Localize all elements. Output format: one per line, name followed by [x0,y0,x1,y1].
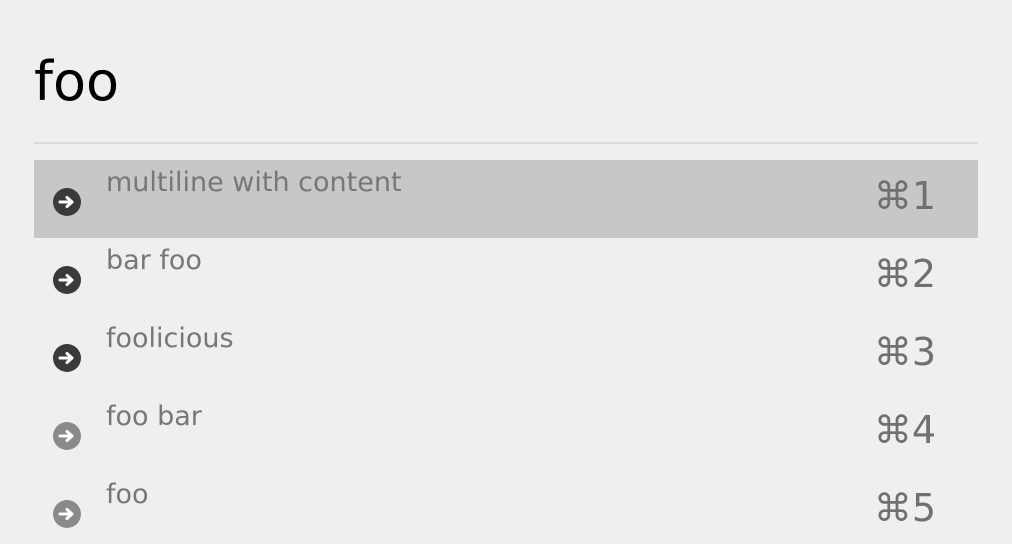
arrow-right-circle-icon [53,500,81,528]
arrow-right-circle-icon [53,422,81,450]
result-row[interactable]: foo ⌘5 [34,472,978,544]
result-shortcut: ⌘1 [873,174,936,218]
result-shortcut: ⌘5 [873,486,936,530]
result-label: foolicious [106,323,234,354]
result-row[interactable]: foolicious ⌘3 [34,316,978,394]
result-label: foo [106,479,149,510]
result-label: foo bar [106,401,202,432]
arrow-right-circle-icon [53,188,81,216]
search-input[interactable] [34,44,934,120]
arrow-right-circle-icon [53,344,81,372]
result-shortcut: ⌘2 [873,252,936,296]
result-label: bar foo [106,245,202,276]
result-row[interactable]: bar foo ⌘2 [34,238,978,316]
result-row[interactable]: multiline with content ⌘1 [34,160,978,238]
launcher-panel: multiline with content ⌘1 bar foo ⌘2 foo… [0,0,1012,544]
arrow-right-circle-icon [53,266,81,294]
results-list: multiline with content ⌘1 bar foo ⌘2 foo… [34,160,978,544]
result-shortcut: ⌘4 [873,408,936,452]
result-label: multiline with content [106,167,402,198]
divider [34,142,978,144]
result-row[interactable]: foo bar ⌘4 [34,394,978,472]
result-shortcut: ⌘3 [873,330,936,374]
